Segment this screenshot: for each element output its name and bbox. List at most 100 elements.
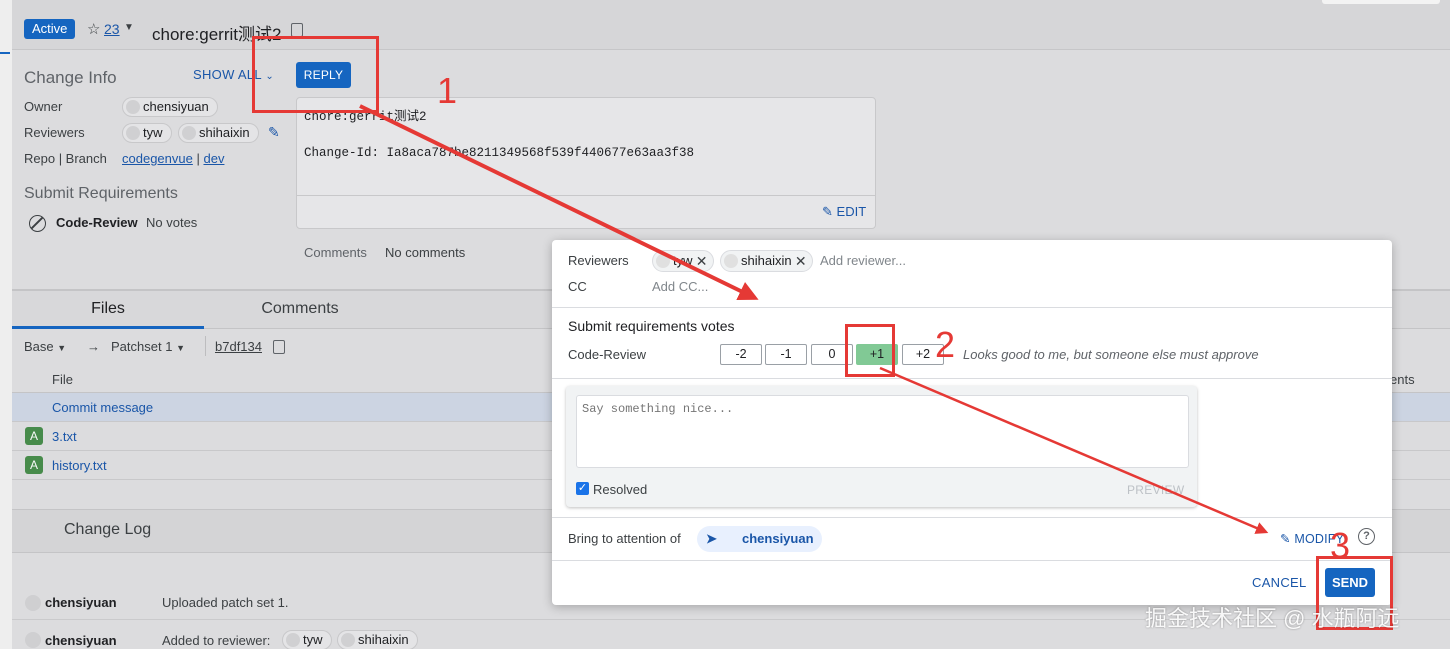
log-author: chensiyuan: [45, 633, 117, 648]
repo-link[interactable]: codegenvue: [122, 151, 193, 166]
file-link[interactable]: Commit message: [52, 400, 153, 415]
close-icon[interactable]: ✕: [696, 251, 708, 271]
chevron-down-icon[interactable]: ▼: [124, 22, 134, 33]
divider: [552, 517, 1392, 518]
avatar: [25, 595, 41, 611]
preview-button[interactable]: PREVIEW: [1127, 483, 1184, 497]
vote-label: Code-Review: [568, 347, 647, 362]
add-cc-input[interactable]: Add CC...: [652, 279, 708, 294]
avatar: [182, 126, 196, 140]
watermark: 掘金技术社区 @ 水瓶阿远: [1145, 606, 1400, 631]
repo-branch-value: codegenvue | dev: [122, 151, 224, 166]
votes-title: Submit requirements votes: [568, 318, 735, 334]
caret-down-icon: ▼: [57, 343, 67, 353]
gutter-marker: [0, 52, 10, 54]
avatar: [656, 254, 670, 268]
pencil-icon: ✎: [1280, 532, 1291, 546]
comments-label: Comments: [304, 245, 367, 260]
divider: [552, 307, 1392, 308]
annotation-number-3: 3: [1330, 525, 1351, 566]
edit-label: EDIT: [836, 204, 867, 219]
star-icon[interactable]: ☆: [87, 20, 100, 38]
base-label: Base: [24, 339, 54, 354]
resolved-checkbox[interactable]: ✓: [576, 482, 589, 495]
status-badge: Active: [24, 19, 76, 39]
edit-reviewers-icon[interactable]: ✎: [268, 124, 280, 141]
repo-branch-separator: |: [196, 151, 200, 166]
owner-chip[interactable]: chensiyuan: [122, 97, 218, 117]
divider: [205, 336, 206, 356]
submit-requirements-title: Submit Requirements: [24, 185, 178, 202]
tab-files[interactable]: Files: [12, 300, 204, 318]
left-gutter: [0, 0, 12, 649]
code-review-status: No votes: [146, 215, 198, 230]
cancel-button[interactable]: CANCEL: [1252, 575, 1307, 590]
avatar: [126, 100, 140, 114]
attention-user: chensiyuan: [742, 531, 814, 546]
commit-message-text: chore:gerrit测试2 Change-Id: Ia8aca787be82…: [304, 110, 695, 160]
cc-label: CC: [568, 279, 587, 294]
avatar: [25, 632, 41, 648]
comments-column-header: ents: [1390, 372, 1415, 387]
reviewer-chip[interactable]: shihaixin ✕: [720, 250, 813, 272]
log-author: chensiyuan: [45, 595, 117, 610]
annotation-number-2: 2: [935, 324, 956, 365]
dialog-reviewers-label: Reviewers: [568, 253, 629, 268]
copy-icon[interactable]: [291, 23, 303, 37]
avatar: [126, 126, 140, 140]
blocked-icon: [29, 215, 46, 232]
file-status-badge: A: [25, 427, 43, 445]
file-status-badge: A: [25, 456, 43, 474]
reviewer-chip[interactable]: shihaixin: [337, 630, 418, 649]
annotation-box-2: [845, 324, 895, 377]
log-message: Uploaded patch set 1.: [162, 595, 289, 610]
annotation-number-1: 1: [437, 70, 458, 111]
resolved-label: Resolved: [593, 482, 648, 497]
arrow-right-icon: →: [87, 339, 100, 354]
search-box[interactable]: [1322, 0, 1440, 4]
active-tab-indicator: [12, 326, 204, 329]
change-info-title: Change Info: [24, 68, 117, 87]
pencil-icon: ✎: [822, 204, 833, 219]
reviewer-chip[interactable]: shihaixin: [178, 123, 259, 143]
reviewer-chip[interactable]: tyw: [122, 123, 172, 143]
file-column-header: File: [52, 372, 73, 387]
divider: [297, 195, 875, 196]
repo-branch-label: Repo | Branch: [24, 151, 107, 166]
reviewer-chip[interactable]: tyw: [282, 630, 332, 649]
divider: [552, 378, 1392, 379]
tab-comments[interactable]: Comments: [204, 300, 396, 318]
annotation-box-1: [252, 36, 379, 113]
message-textarea[interactable]: [576, 395, 1189, 468]
help-circle-icon[interactable]: ?: [1358, 528, 1375, 545]
vote-minus1-button[interactable]: -1: [765, 344, 807, 365]
branch-link[interactable]: dev: [203, 151, 224, 166]
reviewer-name: tyw: [673, 253, 693, 268]
reviewer-name: shihaixin: [358, 632, 409, 647]
file-link[interactable]: 3.txt: [52, 429, 77, 444]
owner-name: chensiyuan: [143, 99, 209, 114]
copy-icon[interactable]: [273, 340, 285, 354]
attention-label: Bring to attention of: [568, 531, 681, 546]
caret-down-icon: ▼: [176, 343, 185, 353]
owner-label: Owner: [24, 99, 63, 114]
reviewers-label: Reviewers: [24, 125, 85, 140]
reviewer-name: shihaixin: [199, 125, 250, 140]
base-select[interactable]: Base ▼: [24, 339, 66, 354]
reviewer-name: shihaixin: [741, 253, 792, 268]
close-icon[interactable]: ✕: [795, 251, 807, 271]
log-message: Added to reviewer:: [162, 633, 271, 648]
patchset-select[interactable]: Patchset 1 ▼: [111, 339, 185, 354]
avatar: [724, 254, 738, 268]
reviewer-chip[interactable]: tyw ✕: [652, 250, 714, 272]
patchset-label: Patchset 1: [111, 339, 173, 354]
add-reviewer-input[interactable]: Add reviewer...: [820, 253, 906, 268]
vote-minus2-button[interactable]: -2: [720, 344, 762, 365]
star-count[interactable]: 23: [104, 21, 120, 37]
top-strip: [12, 0, 1450, 10]
edit-button[interactable]: ✎ EDIT: [822, 204, 866, 220]
commit-hash-link[interactable]: b7df134: [215, 339, 262, 354]
attention-icon: ➤: [706, 531, 717, 546]
reviewer-name: tyw: [303, 632, 323, 647]
file-link[interactable]: history.txt: [52, 458, 107, 473]
